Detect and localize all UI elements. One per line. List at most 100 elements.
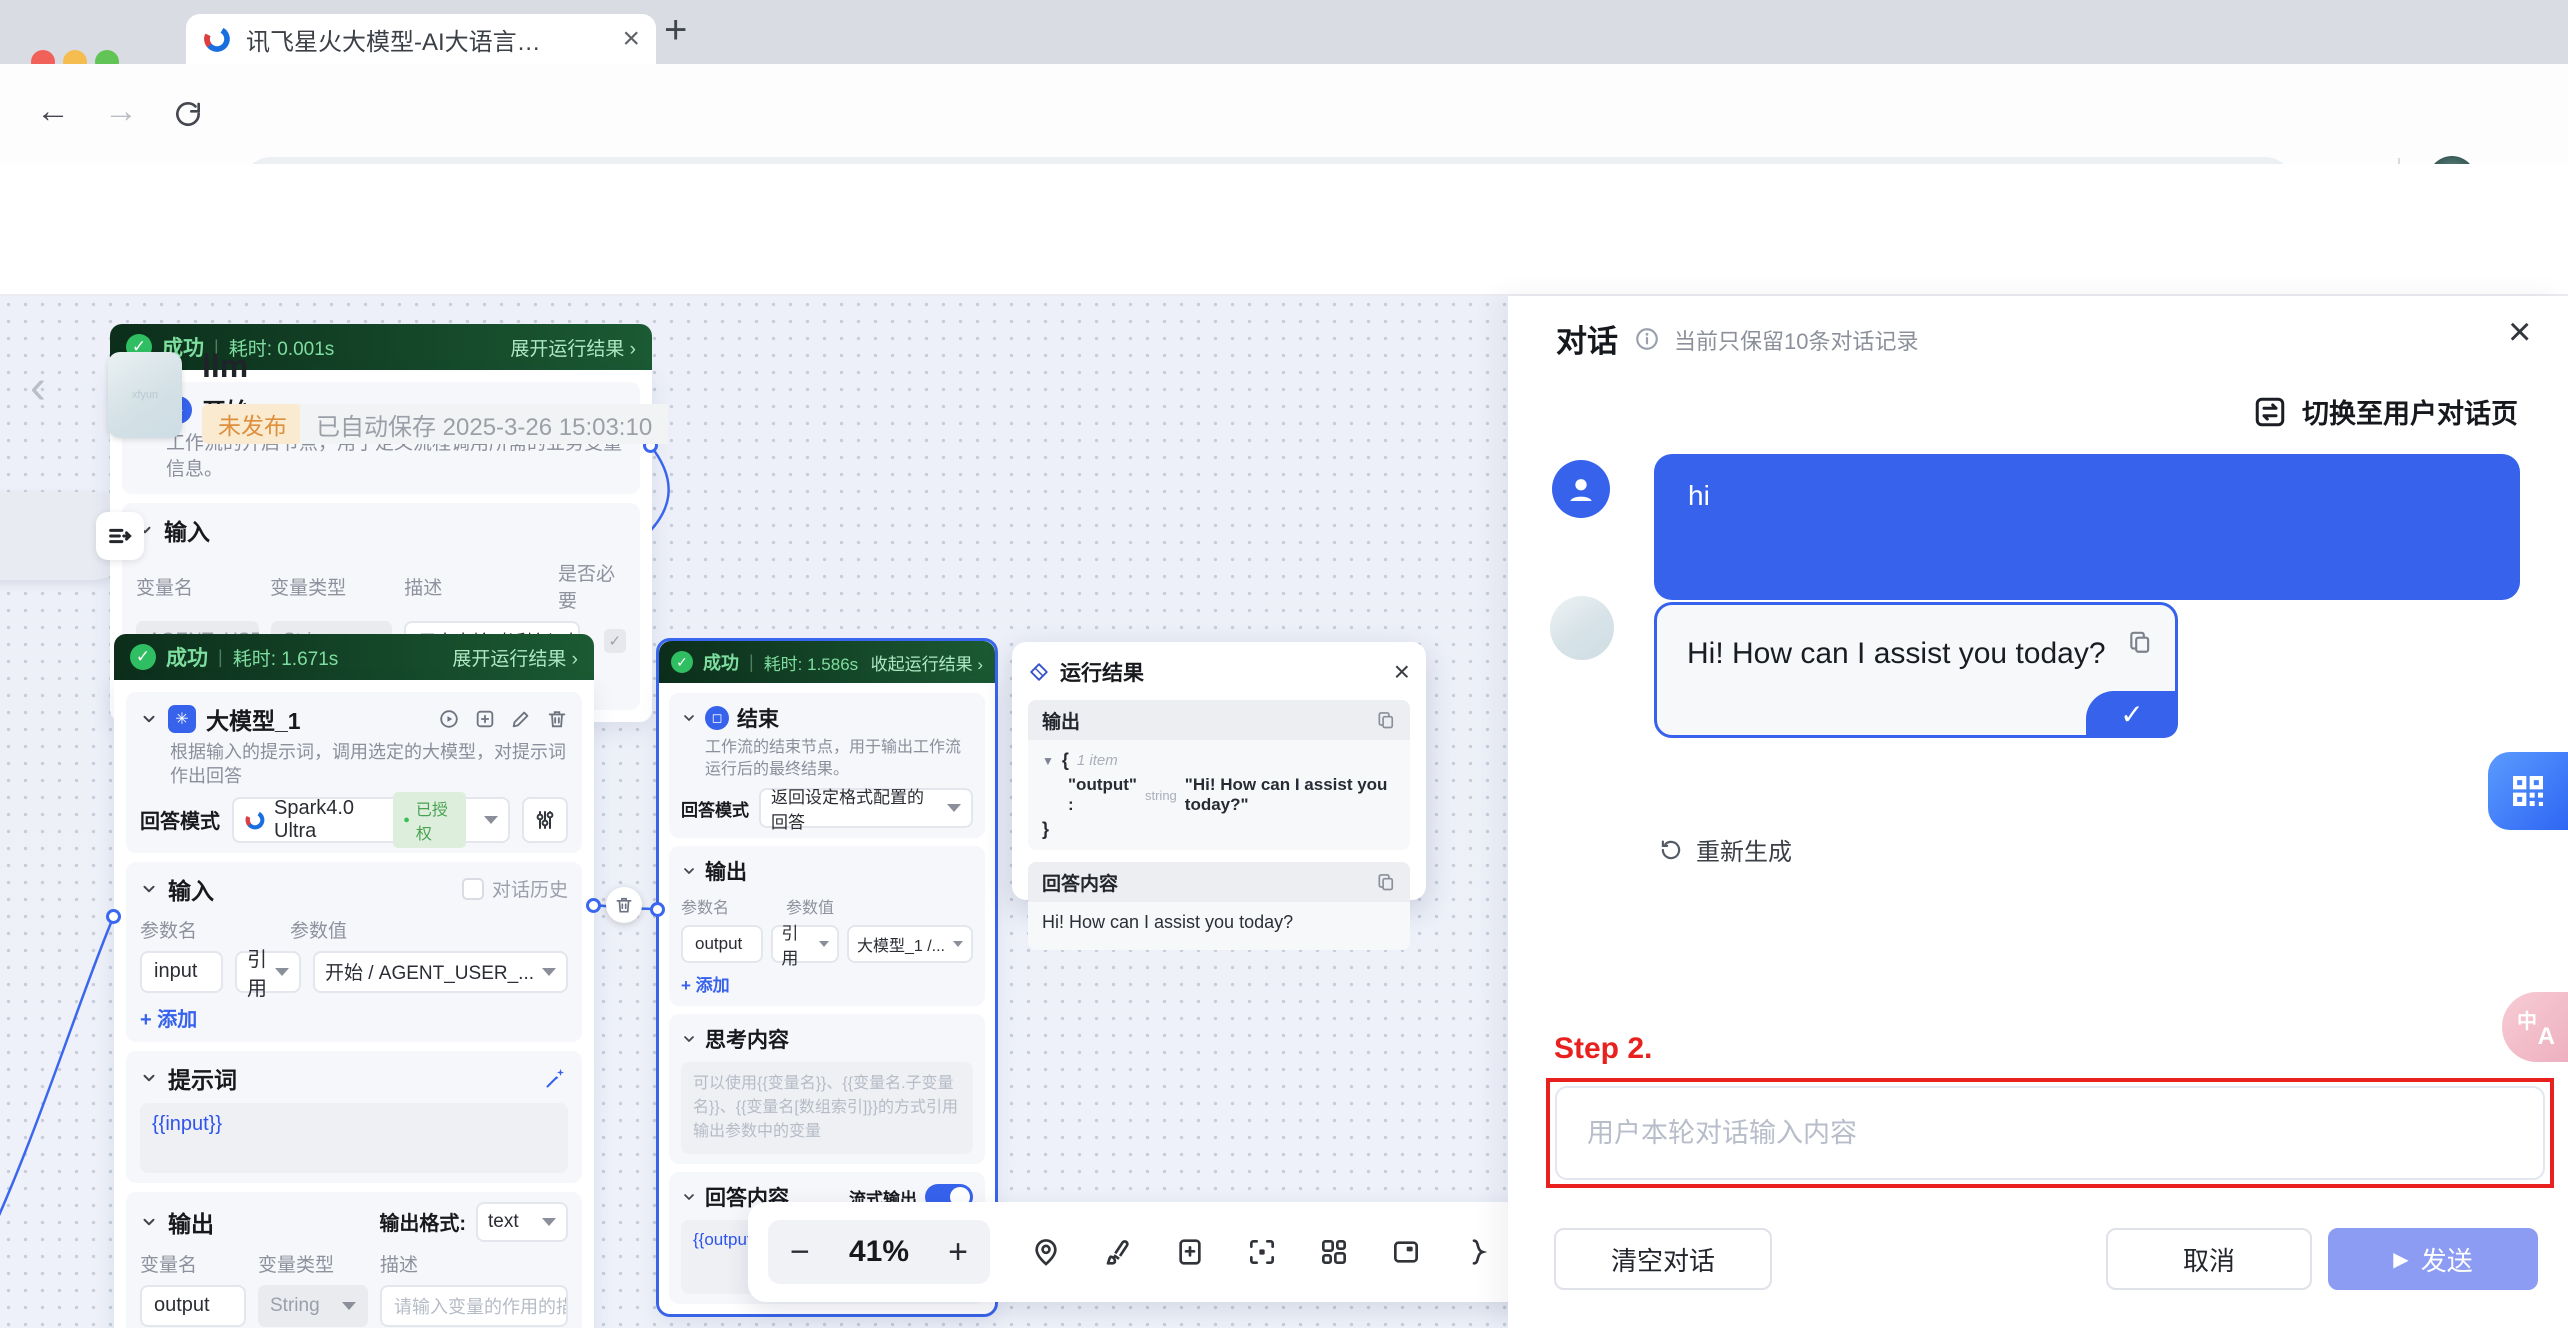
forward-icon[interactable]: → xyxy=(104,92,138,131)
chat-panel: 对话 当前只保留10条对话记录 × 切换至用户对话页 hi Hi! How ca… xyxy=(1508,296,2568,1328)
expand-run-result-link[interactable]: 展开运行结果 › xyxy=(510,334,636,361)
output-type-select[interactable]: String xyxy=(258,1285,368,1327)
close-icon[interactable]: × xyxy=(1394,656,1410,688)
llm-node[interactable]: ✓ 成功 | 耗时: 1.671s 展开运行结果 › ✳ 大模型_1 xyxy=(114,634,594,1328)
answer-text: Hi! How can I assist you today? xyxy=(1042,912,1293,932)
think-textarea[interactable]: 可以使用{{变量名}}、{{变量名.子变量名}}、{{变量名[数组索引]}}的方… xyxy=(681,1062,973,1154)
output-format-value: text xyxy=(488,1211,519,1233)
add-note-icon[interactable] xyxy=(1174,1236,1206,1268)
param-ref-select[interactable]: 开始 / AGENT_USER_... xyxy=(313,951,568,993)
col-param-value: 参数值 xyxy=(786,894,834,918)
translate-button[interactable]: 中 A xyxy=(2502,992,2568,1062)
collapse-run-result-link[interactable]: 收起运行结果 › xyxy=(871,650,983,675)
zh-glyph: 中 xyxy=(2517,1005,2537,1034)
send-button[interactable]: ▶ 发送 xyxy=(2328,1228,2538,1290)
qr-code-button[interactable] xyxy=(2488,752,2568,830)
delete-node-icon[interactable] xyxy=(546,708,568,730)
magic-pencil-icon[interactable] xyxy=(544,1066,568,1090)
llm-node-output-port[interactable] xyxy=(586,898,601,913)
start-node-run-header[interactable]: ✓ 成功 | 耗时: 0.001s 展开运行结果 › xyxy=(110,324,652,370)
output-name-field[interactable]: output xyxy=(140,1285,246,1327)
bot-avatar: xfyun xyxy=(108,352,182,438)
clear-chat-button[interactable]: 清空对话 xyxy=(1554,1228,1772,1290)
new-tab-button[interactable]: + xyxy=(664,8,687,53)
delete-connection-button[interactable] xyxy=(606,887,642,923)
copy-icon[interactable] xyxy=(1376,872,1396,892)
edit-node-icon[interactable] xyxy=(510,708,532,730)
llm-node-input-port[interactable] xyxy=(106,909,121,924)
end-node-run-header[interactable]: ✓ 成功 | 耗时: 1.586s 收起运行结果 › xyxy=(659,641,995,683)
collapse-toolbar-icon[interactable] xyxy=(1462,1236,1494,1268)
output-desc-field[interactable]: 请输入变量的作用的描述语句 xyxy=(380,1285,568,1327)
end-node-think-section: 思考内容 可以使用{{变量名}}、{{变量名.子变量名}}、{{变量名[数组索引… xyxy=(669,1014,985,1164)
zoom-level: 41% xyxy=(849,1235,909,1269)
browser-tab[interactable]: 讯飞星火大模型-AI大语言模型- × xyxy=(186,14,656,64)
param-name-field[interactable]: input xyxy=(140,951,223,993)
param-name-field[interactable]: output xyxy=(681,925,763,963)
fit-view-icon[interactable] xyxy=(1246,1236,1278,1268)
chevron-down-icon[interactable] xyxy=(140,880,158,898)
run-elapsed: 耗时: 1.671s xyxy=(233,644,339,671)
info-icon xyxy=(1634,326,1660,352)
zoom-out-button[interactable]: − xyxy=(790,1233,810,1272)
history-label: 对话历史 xyxy=(492,875,568,902)
locate-node-icon[interactable] xyxy=(1030,1236,1062,1268)
node-library-icon[interactable] xyxy=(1318,1236,1350,1268)
chat-notice: 当前只保留10条对话记录 xyxy=(1674,324,1918,356)
answer-block-body: Hi! How can I assist you today? xyxy=(1028,902,1410,950)
chevron-down-icon[interactable] xyxy=(681,863,697,879)
llm-node-run-header[interactable]: ✓ 成功 | 耗时: 1.671s 展开运行结果 › xyxy=(114,634,594,680)
back-chevron-icon[interactable]: ‹ xyxy=(30,360,46,415)
close-icon[interactable]: × xyxy=(2508,310,2531,355)
chevron-down-icon[interactable] xyxy=(681,1031,697,1047)
cancel-button[interactable]: 取消 xyxy=(2106,1228,2312,1290)
param-mode-select[interactable]: 引用 xyxy=(771,925,839,963)
history-checkbox[interactable] xyxy=(462,878,484,900)
chevron-down-icon[interactable] xyxy=(681,1189,697,1205)
bot-message-avatar xyxy=(1550,596,1614,660)
workflow-canvas[interactable]: ✓ 成功 | 耗时: 0.001s 展开运行结果 › ▶ 开始 工作流的开启节点… xyxy=(0,296,1512,1328)
json-collapse-icon[interactable]: ▼ xyxy=(1042,754,1054,768)
user-message-text: hi xyxy=(1688,480,1710,511)
run-node-icon[interactable] xyxy=(438,708,460,730)
zoom-in-button[interactable]: + xyxy=(948,1233,968,1272)
json-value: "Hi! How can I assist you today?" xyxy=(1185,775,1396,815)
regenerate-label: 重新生成 xyxy=(1696,832,1792,867)
required-checkbox[interactable]: ✓ xyxy=(604,629,626,653)
add-param-link[interactable]: + 添加 xyxy=(140,1003,568,1032)
switch-to-user-page-link[interactable]: 切换至用户对话页 xyxy=(2252,392,2518,431)
copy-icon[interactable] xyxy=(1376,710,1396,730)
sliders-icon xyxy=(533,808,557,832)
prompt-textarea[interactable]: {{input}} xyxy=(140,1103,568,1173)
chat-input[interactable] xyxy=(1555,1086,2545,1180)
back-icon[interactable]: ← xyxy=(36,92,70,131)
output-format-select[interactable]: text xyxy=(476,1202,568,1242)
model-settings-button[interactable] xyxy=(522,797,568,843)
model-select[interactable]: Spark4.0 Ultra ●已授权 xyxy=(232,797,510,843)
chevron-down-icon[interactable] xyxy=(140,1069,158,1087)
end-node-input-port[interactable] xyxy=(650,902,665,917)
tab-close-icon[interactable]: × xyxy=(622,22,640,56)
browser-toolbar: ← → xinghuo.xfyun.cn/botcenter/create-bo… xyxy=(0,64,2568,164)
add-node-icon[interactable] xyxy=(474,708,496,730)
regenerate-button[interactable]: 重新生成 xyxy=(1658,832,1792,867)
check-icon: ✓ xyxy=(2120,698,2143,731)
beautify-layout-icon[interactable] xyxy=(1102,1236,1134,1268)
copy-icon[interactable] xyxy=(2127,629,2153,655)
chevron-down-icon[interactable] xyxy=(681,710,697,726)
expand-run-result-link[interactable]: 展开运行结果 › xyxy=(452,644,578,671)
model-name: Spark4.0 Ultra xyxy=(274,797,385,843)
expand-panel-button[interactable] xyxy=(96,512,144,560)
reload-icon[interactable] xyxy=(172,98,204,130)
chevron-down-icon[interactable] xyxy=(140,710,158,728)
minimap-icon[interactable] xyxy=(1390,1236,1422,1268)
answer-mode-select[interactable]: 返回设定格式配置的回答 xyxy=(759,788,973,828)
chevron-down-icon xyxy=(542,1218,556,1226)
chevron-down-icon[interactable] xyxy=(140,1213,158,1231)
add-param-link[interactable]: + 添加 xyxy=(681,971,973,996)
param-ref-select[interactable]: 大模型_1 /... xyxy=(847,925,973,963)
output-block-label: 输出 xyxy=(1042,707,1080,734)
param-mode-select[interactable]: 引用 xyxy=(235,951,301,993)
output-format-label: 输出格式: xyxy=(379,1207,466,1236)
col-variable-name: 变量名 xyxy=(136,573,270,600)
